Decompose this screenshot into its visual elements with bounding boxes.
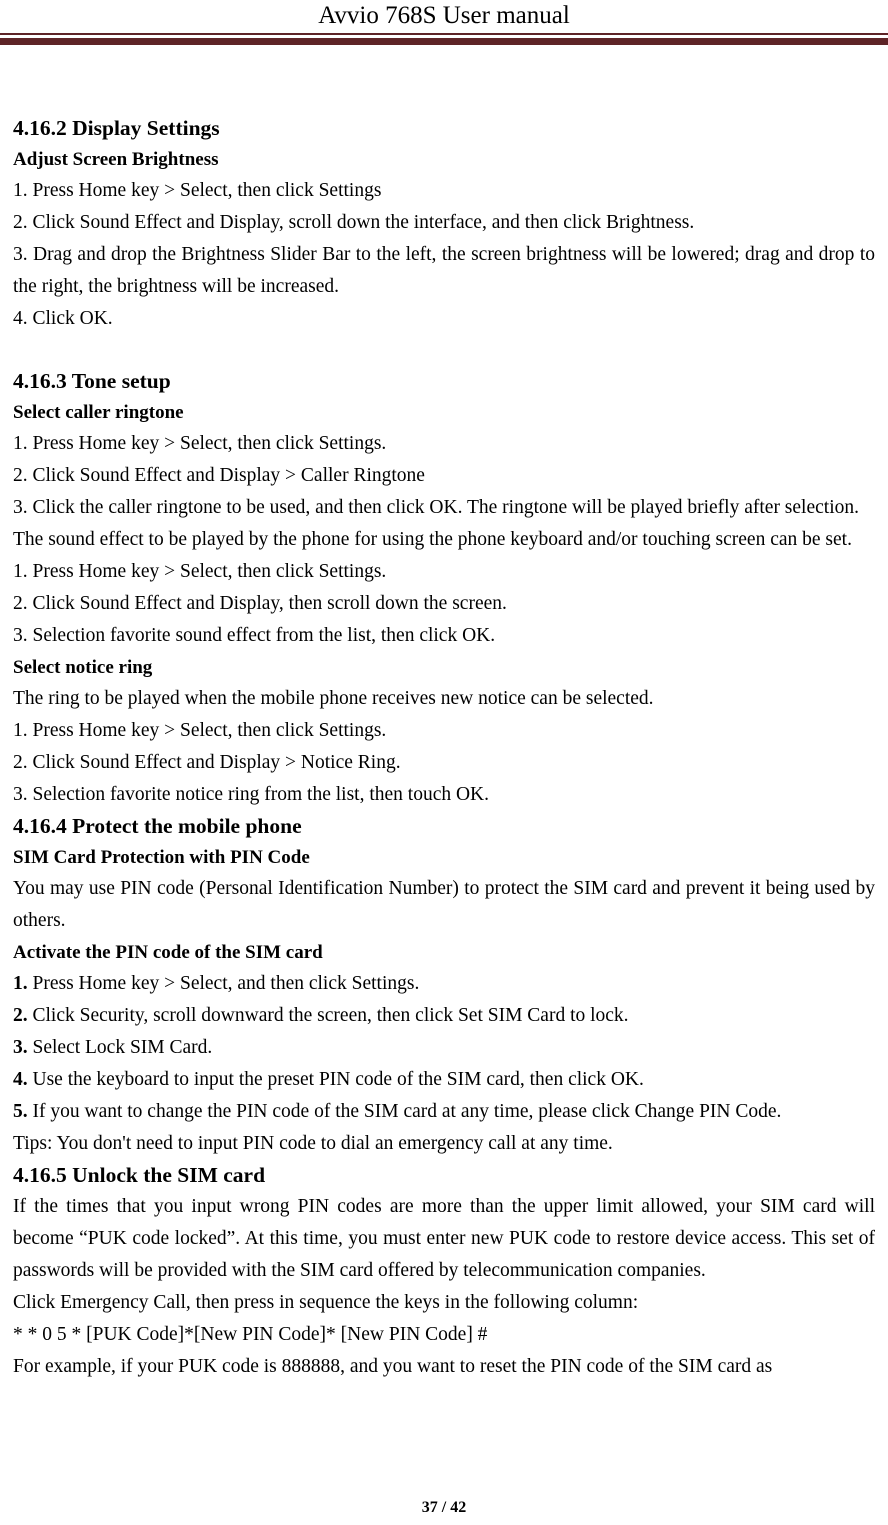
step-line: 1. Press Home key > Select, then click S… (13, 180, 382, 201)
key-sequence-line: * * 0 5 * [PUK Code]*[New PIN Code]* [Ne… (13, 1324, 488, 1345)
step-paragraph: 3. Drag and drop the Brightness Slider B… (13, 244, 875, 297)
numbered-step: 1. Press Home key > Select, and then cli… (13, 968, 875, 1000)
numbered-step: 5. If you want to change the PIN code of… (13, 1096, 875, 1128)
step-line: 2. Click Sound Effect and Display, then … (13, 593, 507, 614)
section-heading-4-16-4: 4.16.4 Protect the mobile phone (13, 814, 302, 838)
step-line: 2. Click Sound Effect and Display > Call… (13, 465, 425, 486)
body-line: For example, if your PUK code is 888888,… (13, 1356, 773, 1377)
step-text: Click Security, scroll downward the scre… (27, 1005, 629, 1026)
step-text: Use the keyboard to input the preset PIN… (27, 1069, 644, 1090)
step-line: 1. Press Home key > Select, then click S… (13, 561, 387, 582)
step-text: Press Home key > Select, and then click … (27, 973, 420, 994)
body-paragraph: You may use PIN code (Personal Identific… (13, 878, 875, 931)
subheading-activate-pin-code: Activate the PIN code of the SIM card (13, 942, 323, 963)
body-line: Click Emergency Call, then press in sequ… (13, 1292, 639, 1313)
section-heading-4-16-5: 4.16.5 Unlock the SIM card (13, 1163, 266, 1187)
step-line: 3. Selection favorite sound effect from … (13, 625, 496, 646)
step-number: 4. (13, 1069, 28, 1090)
step-line: 1. Press Home key > Select, then click S… (13, 433, 387, 454)
step-line: 2. Click Sound Effect and Display, scrol… (13, 212, 695, 233)
step-text: Select Lock SIM Card. (27, 1037, 213, 1058)
body-paragraph: If the times that you input wrong PIN co… (13, 1196, 875, 1281)
step-paragraph: 3. Click the caller ringtone to be used,… (13, 497, 859, 518)
subheading-adjust-screen-brightness: Adjust Screen Brightness (13, 149, 219, 170)
header-divider-rule (0, 33, 888, 45)
step-line: 2. Click Sound Effect and Display > Noti… (13, 752, 401, 773)
header-rule-thick-line (0, 38, 888, 45)
step-number: 3. (13, 1037, 28, 1058)
section-heading-4-16-3: 4.16.3 Tone setup (13, 369, 171, 393)
step-line: 1. Press Home key > Select, then click S… (13, 720, 387, 741)
numbered-step: 2. Click Security, scroll downward the s… (13, 1000, 875, 1032)
subheading-select-notice-ring: Select notice ring (13, 657, 153, 678)
step-line: 3. Selection favorite notice ring from t… (13, 784, 490, 805)
manual-title: Avvio 768S User manual (318, 2, 570, 29)
step-number: 5. (13, 1101, 28, 1122)
subheading-sim-card-protection: SIM Card Protection with PIN Code (13, 847, 310, 868)
step-line: 4. Click OK. (13, 308, 113, 329)
numbered-step: 4. Use the keyboard to input the preset … (13, 1064, 875, 1096)
page-footer: 37 / 42 (0, 1498, 888, 1518)
subheading-select-caller-ringtone: Select caller ringtone (13, 402, 184, 423)
body-line: The ring to be played when the mobile ph… (13, 688, 654, 709)
numbered-step: 3. Select Lock SIM Card. (13, 1032, 875, 1064)
body-paragraph: The sound effect to be played by the pho… (13, 529, 852, 550)
page-header: Avvio 768S User manual (0, 0, 888, 45)
tips-line: Tips: You don't need to input PIN code t… (13, 1133, 613, 1154)
step-number: 2. (13, 1005, 28, 1026)
step-text: If you want to change the PIN code of th… (27, 1101, 782, 1122)
section-heading-4-16-2: 4.16.2 Display Settings (13, 116, 220, 140)
page-number: 37 / 42 (421, 1499, 467, 1516)
step-number: 1. (13, 973, 28, 994)
document-body: 4.16.2 Display Settings Adjust Screen Br… (13, 113, 875, 1383)
